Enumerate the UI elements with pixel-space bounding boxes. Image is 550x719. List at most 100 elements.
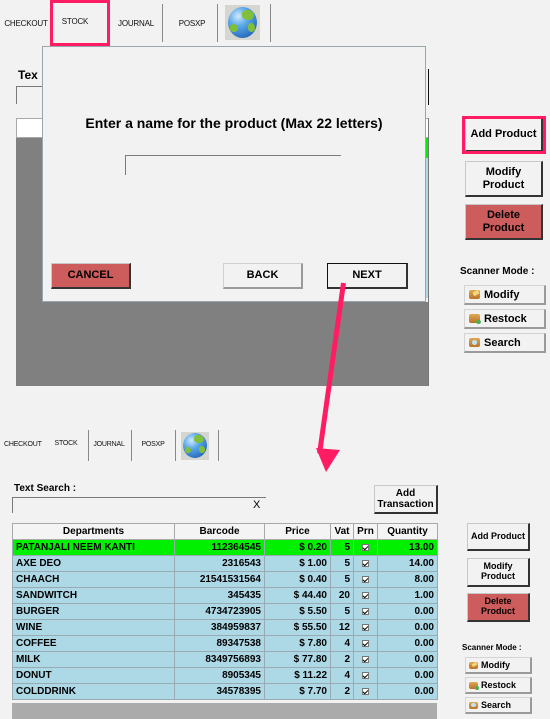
print-checkbox[interactable] xyxy=(362,639,369,647)
search-icon xyxy=(469,701,478,709)
add-product-button[interactable]: Add Product xyxy=(467,523,530,551)
cell-barcode: 345435 xyxy=(174,587,265,604)
cell-prn xyxy=(353,683,378,700)
table-row[interactable]: MILK 8349756893 $ 77.80 2 0.00 xyxy=(12,651,438,668)
scanner-mode-label: Scanner Mode : xyxy=(460,266,535,277)
column-header-prn[interactable]: Prn xyxy=(353,523,378,540)
cell-department: AXE DEO xyxy=(12,555,175,572)
grid-border xyxy=(428,118,429,386)
tab-posxp[interactable]: POSXP xyxy=(173,19,211,28)
tab-checkout[interactable]: CHECKOUT xyxy=(4,441,42,448)
column-header-price[interactable]: Price xyxy=(264,523,331,540)
tab-journal[interactable]: JOURNAL xyxy=(115,19,157,28)
tab-separator xyxy=(270,4,271,42)
cell-vat: 5 xyxy=(330,539,354,556)
table-row[interactable]: COFFEE 89347538 $ 7.80 4 0.00 xyxy=(12,635,438,652)
cell-vat: 2 xyxy=(330,683,354,700)
table-row[interactable]: SANDWITCH 345435 $ 44.40 20 1.00 xyxy=(12,587,438,604)
restock-icon xyxy=(469,314,481,324)
scanner-search-button[interactable]: Search xyxy=(465,697,532,714)
table-row[interactable]: WINE 384959837 $ 55.50 12 0.00 xyxy=(12,619,438,636)
print-checkbox[interactable] xyxy=(362,543,369,551)
table-row[interactable]: BURGER 4734723905 $ 5.50 5 0.00 xyxy=(12,603,438,620)
cell-prn xyxy=(353,539,378,556)
cell-quantity: 0.00 xyxy=(377,683,438,700)
print-checkbox[interactable] xyxy=(362,687,369,695)
add-transaction-button-edge[interactable] xyxy=(426,69,429,105)
column-header-barcode[interactable]: Barcode xyxy=(174,523,265,540)
print-checkbox[interactable] xyxy=(362,623,369,631)
text-search-input[interactable] xyxy=(12,497,266,513)
column-header-quantity[interactable]: Quantity xyxy=(377,523,438,540)
product-name-input[interactable] xyxy=(125,155,341,175)
tab-checkout[interactable]: CHECKOUT xyxy=(4,19,48,28)
tab-stock[interactable]: STOCK xyxy=(54,440,78,447)
cell-vat: 5 xyxy=(330,555,354,572)
cell-price: $ 44.40 xyxy=(264,587,331,604)
scanner-modify-button[interactable]: Modify xyxy=(464,285,546,305)
cell-price: $ 0.40 xyxy=(264,571,331,588)
cell-vat: 12 xyxy=(330,619,354,636)
cell-vat: 4 xyxy=(330,667,354,684)
cell-quantity: 0.00 xyxy=(377,603,438,620)
tab-separator xyxy=(88,430,89,461)
cell-prn xyxy=(353,555,378,572)
stock-table: Departments Barcode Price Vat Prn Quanti… xyxy=(12,523,438,700)
text-search-input[interactable] xyxy=(16,86,44,104)
scanner-restock-button[interactable]: Restock xyxy=(465,677,532,694)
next-button[interactable]: NEXT xyxy=(327,263,408,289)
print-checkbox[interactable] xyxy=(362,671,369,679)
table-row[interactable]: COLDDRINK 34578395 $ 7.70 2 0.00 xyxy=(12,683,438,700)
cell-prn xyxy=(353,587,378,604)
cell-price: $ 7.80 xyxy=(264,635,331,652)
table-header-row: Departments Barcode Price Vat Prn Quanti… xyxy=(12,523,438,540)
print-checkbox[interactable] xyxy=(362,575,369,583)
scanner-restock-label: Restock xyxy=(481,680,517,690)
cell-prn xyxy=(353,667,378,684)
search-icon xyxy=(469,338,480,347)
print-checkbox[interactable] xyxy=(362,655,369,663)
tab-posxp[interactable]: POSXP xyxy=(140,441,166,448)
cell-quantity: 13.00 xyxy=(377,539,438,556)
table-row[interactable]: PATANJALI NEEM KANTI 112364545 $ 0.20 5 13.0… xyxy=(12,539,438,556)
cell-department: MILK xyxy=(12,651,175,668)
print-checkbox[interactable] xyxy=(362,607,369,615)
cell-prn xyxy=(353,619,378,636)
back-button[interactable]: BACK xyxy=(223,263,303,289)
column-header-departments[interactable]: Departments xyxy=(12,523,175,540)
cell-prn xyxy=(353,571,378,588)
tab-separator xyxy=(218,430,219,461)
cell-department: COLDDRINK xyxy=(12,683,175,700)
cancel-button[interactable]: CANCEL xyxy=(51,263,131,289)
modify-product-button[interactable]: Modify Product xyxy=(467,558,530,587)
table-row[interactable]: DONUT 8905345 $ 11.22 4 0.00 xyxy=(12,667,438,684)
cell-quantity: 0.00 xyxy=(377,619,438,636)
cell-barcode: 21541531564 xyxy=(174,571,265,588)
cell-price: $ 77.80 xyxy=(264,651,331,668)
cell-vat: 5 xyxy=(330,603,354,620)
print-checkbox[interactable] xyxy=(362,591,369,599)
scanner-modify-button[interactable]: Modify xyxy=(465,657,532,674)
scanner-mode-label: Scanner Mode : xyxy=(462,643,522,652)
tab-journal[interactable]: JOURNAL xyxy=(93,441,125,448)
print-checkbox[interactable] xyxy=(362,559,369,567)
scanner-search-button[interactable]: Search xyxy=(464,333,546,353)
cell-price: $ 0.20 xyxy=(264,539,331,556)
cell-quantity: 0.00 xyxy=(377,667,438,684)
delete-product-button[interactable]: Delete Product xyxy=(467,593,530,622)
table-row[interactable]: CHAACH 21541531564 $ 0.40 5 8.00 xyxy=(12,571,438,588)
scanner-restock-button[interactable]: Restock xyxy=(464,309,546,329)
scanner-search-label: Search xyxy=(481,700,512,710)
scanner-modify-label: Modify xyxy=(484,288,520,301)
cell-price: $ 7.70 xyxy=(264,683,331,700)
add-transaction-button[interactable]: Add Transaction xyxy=(374,485,438,514)
cell-prn xyxy=(353,603,378,620)
clear-search-button[interactable]: X xyxy=(253,499,260,511)
tab-separator xyxy=(175,430,176,461)
pencil-icon xyxy=(469,661,478,669)
cell-barcode: 8349756893 xyxy=(174,651,265,668)
table-row[interactable]: AXE DEO 2316543 $ 1.00 5 14.00 xyxy=(12,555,438,572)
column-header-vat[interactable]: Vat xyxy=(330,523,354,540)
delete-product-button[interactable]: Delete Product xyxy=(465,204,543,240)
modify-product-button[interactable]: Modify Product xyxy=(465,161,543,197)
